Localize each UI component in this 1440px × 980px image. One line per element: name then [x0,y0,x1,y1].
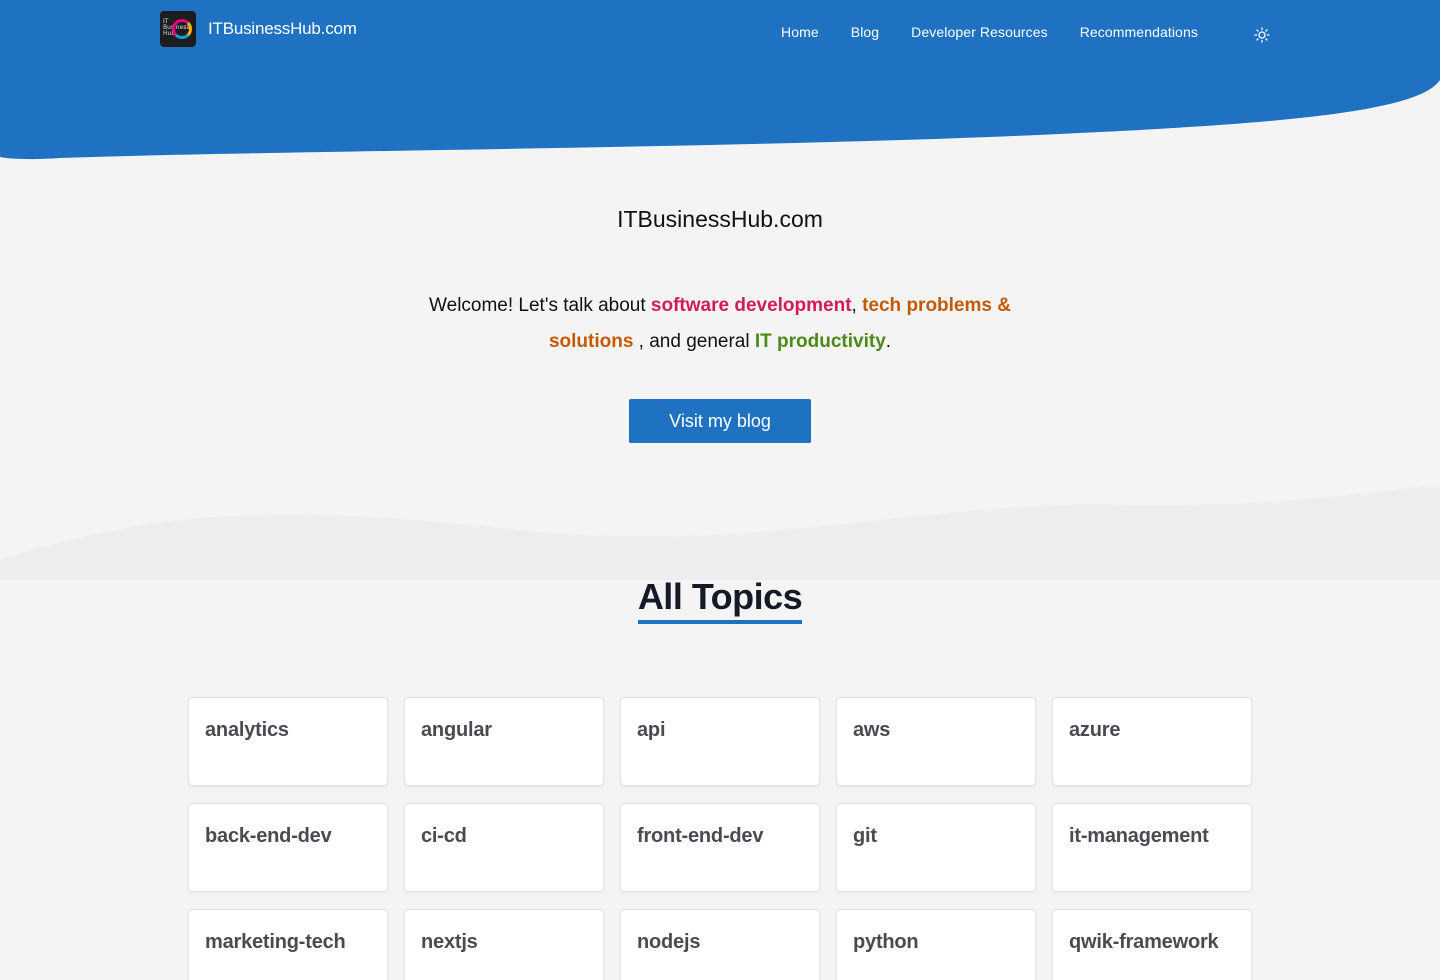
hero-tagline: Welcome! Let's talk about software devel… [400,288,1040,360]
topic-label: git [853,825,877,847]
topic-label: it-management [1069,825,1209,847]
tagline-text: , and general [633,331,755,352]
topic-label: api [637,719,666,741]
topic-card-analytics[interactable]: analytics [188,697,388,786]
topic-card-api[interactable]: api [620,697,820,786]
topic-label: qwik-framework [1069,931,1219,953]
topic-label: front-end-dev [637,825,764,847]
topic-label: back-end-dev [205,825,332,847]
topics-grid: analytics angular api aws azure back-end… [188,697,1252,980]
highlight-it-productivity: IT productivity [754,331,886,352]
sun-icon[interactable] [1254,27,1270,43]
topics-heading: All Topics [637,576,803,624]
hero-title: ITBusinessHub.com [617,206,823,232]
topic-label: python [853,931,919,953]
topic-label: aws [853,719,891,741]
brand-link[interactable]: IT Business Hub ITBusinessHub.com [160,11,357,47]
topic-card-ci-cd[interactable]: ci-cd [404,803,604,892]
topic-label: azure [1069,719,1121,741]
tagline-text: . [885,331,892,352]
tagline-text: , [851,295,863,316]
topic-label: analytics [205,719,289,741]
visit-blog-button[interactable]: Visit my blog [629,399,811,443]
topic-card-azure[interactable]: azure [1052,697,1252,786]
site-header: IT Business Hub ITBusinessHub.com Home B… [0,0,1440,60]
nav-home[interactable]: Home [781,24,819,40]
nav-developer-resources[interactable]: Developer Resources [911,24,1048,40]
topic-card-qwik-framework[interactable]: qwik-framework [1052,909,1252,980]
nav-recommendations[interactable]: Recommendations [1080,24,1198,40]
topic-card-python[interactable]: python [836,909,1036,980]
tagline-text: Welcome! Let's talk about [429,295,651,316]
topic-label: nodejs [637,931,701,953]
topic-card-aws[interactable]: aws [836,697,1036,786]
topic-card-front-end-dev[interactable]: front-end-dev [620,803,820,892]
highlight-software-development: software development [650,295,852,316]
topic-card-nodejs[interactable]: nodejs [620,909,820,980]
topic-label: nextjs [421,931,478,953]
topics-heading-wrap: All Topics [0,576,1440,624]
hero-section: ITBusinessHub.com Welcome! Let's talk ab… [0,200,1440,443]
topic-card-back-end-dev[interactable]: back-end-dev [188,803,388,892]
topic-card-marketing-tech[interactable]: marketing-tech [188,909,388,980]
topic-label: ci-cd [421,825,467,847]
topic-card-it-management[interactable]: it-management [1052,803,1252,892]
topic-card-git[interactable]: git [836,803,1036,892]
topic-label: angular [421,719,492,741]
site-logo: IT Business Hub [160,11,196,47]
nav-blog[interactable]: Blog [851,24,879,40]
topic-card-nextjs[interactable]: nextjs [404,909,604,980]
topic-label: marketing-tech [205,931,346,953]
section-divider-wave [0,485,1440,580]
topic-card-angular[interactable]: angular [404,697,604,786]
main-nav: Home Blog Developer Resources Recommenda… [781,24,1230,40]
brand-name: ITBusinessHub.com [208,19,357,38]
